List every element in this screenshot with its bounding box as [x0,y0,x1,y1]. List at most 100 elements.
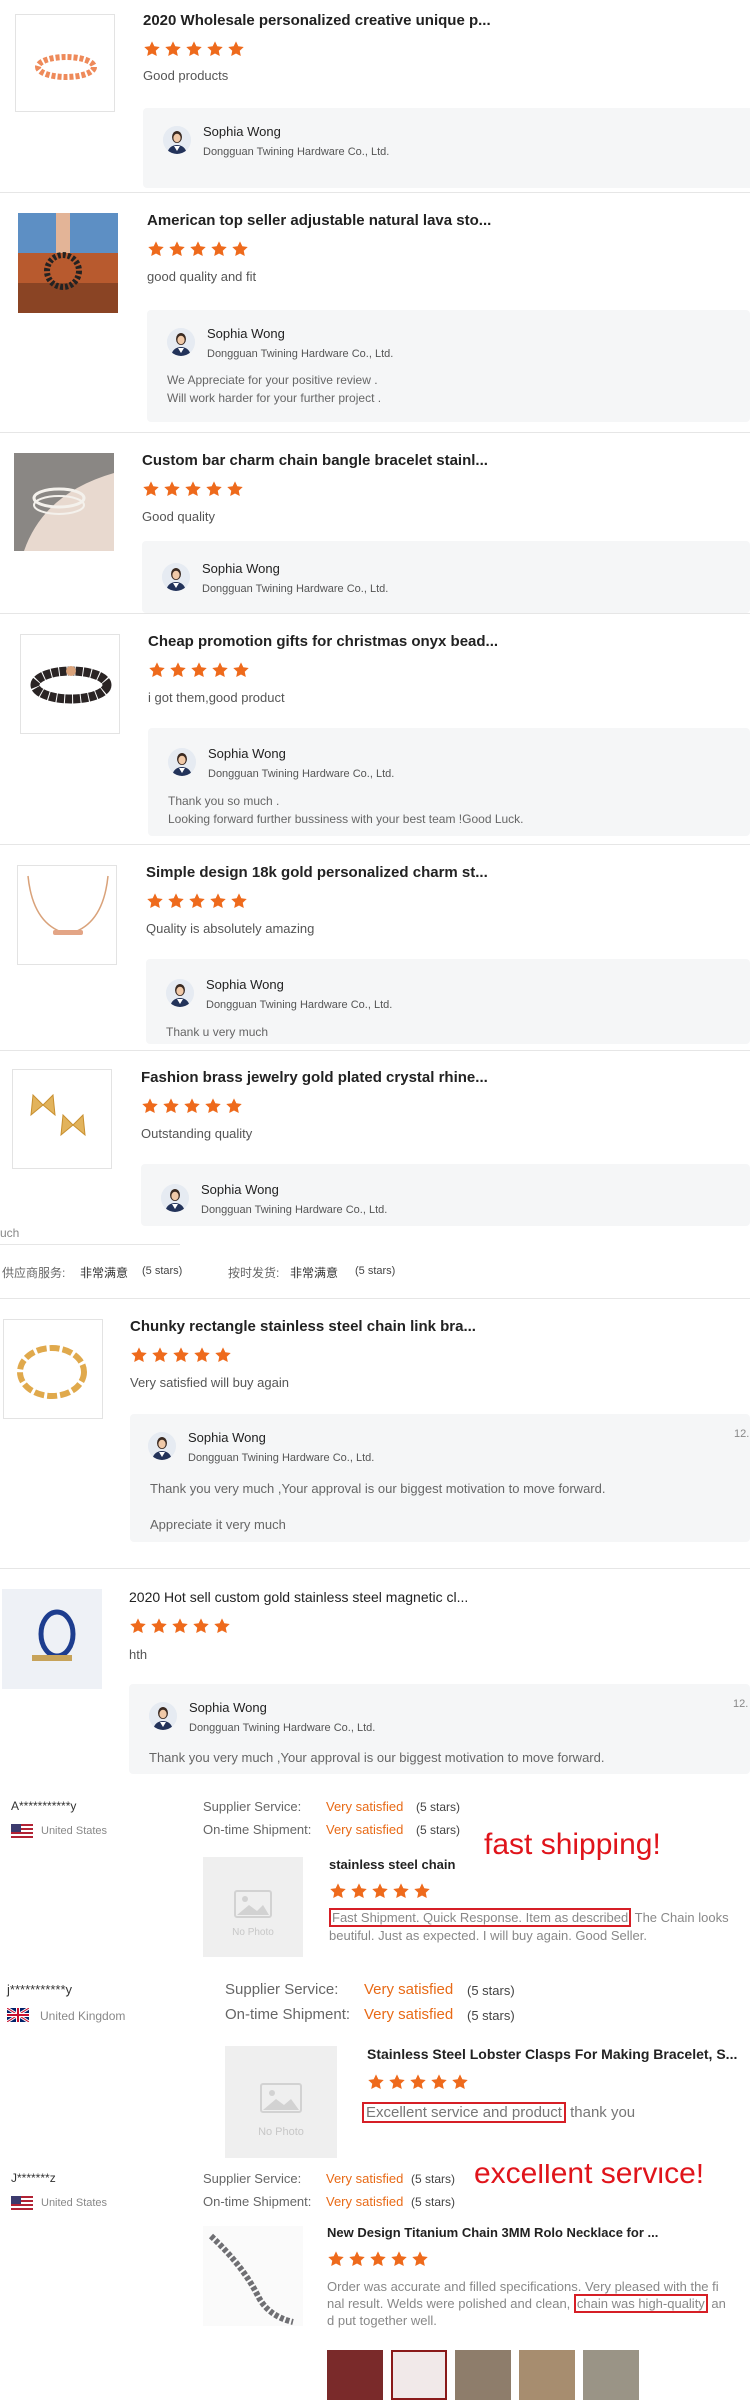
buyer-country: United States [41,1825,108,1837]
supplier-service-label: Supplier Service: [225,1981,339,1998]
supplier-reply: Sophia Wong Dongguan Twining Hardware Co… [143,108,750,188]
rating-stars [142,480,247,500]
review-photo[interactable] [583,2350,639,2400]
buyer-name: j***********y [7,1982,73,1997]
rating-summary-strip: uch 供应商服务: 非常满意 (5 stars) 按时发货: 非常满意 (5 … [0,1226,750,1298]
product-thumbnail[interactable] [18,213,118,313]
product-title[interactable]: New Design Titanium Chain 3MM Rolo Neckl… [327,2225,658,2240]
star-icon [209,892,227,910]
product-title[interactable]: 2020 Wholesale personalized creative uni… [143,12,491,29]
buyer-country: United Kingdom [40,2009,126,2023]
review-body-line: Order was accurate and filled specificat… [327,2279,719,2294]
star-icon [231,240,249,258]
product-title[interactable]: Stainless Steel Lobster Clasps For Makin… [367,2046,737,2062]
supplier-company: Dongguan Twining Hardware Co., Ltd. [188,1452,375,1464]
shipment-value: Very satisfied [326,2194,404,2209]
supplier-service-value: Very satisfied [364,1981,454,1998]
review-card: American top seller adjustable natural l… [0,193,750,432]
rating-stars [143,40,248,60]
review-body: Fast Shipment. Quick Response. Item as d… [329,1908,729,1927]
supplier-company: Dongguan Twining Hardware Co., Ltd. [207,348,394,360]
star-icon [388,2073,406,2091]
fragment-text: uch [0,1226,20,1240]
star-icon [329,1882,347,1900]
magnetic-bracelet-image [2,1589,102,1689]
product-thumbnail[interactable] [14,453,114,551]
star-icon [206,40,224,58]
rating-stars [147,240,252,260]
supplier-reply: Sophia Wong Dongguan Twining Hardware Co… [148,728,750,836]
product-thumbnail[interactable] [203,2226,303,2326]
product-thumbnail[interactable] [3,1319,103,1419]
shipment-count: (5 stars) [411,2195,456,2209]
star-icon [169,661,187,679]
review-photo[interactable] [391,2350,447,2400]
review-photo[interactable] [519,2350,575,2400]
shipment-label: On-time Shipment: [203,2194,312,2209]
rating-stars [130,1346,235,1366]
supplier-reply: Sophia Wong Dongguan Twining Hardware Co… [142,541,750,613]
supplier-service-value: Very satisfied [326,1799,404,1814]
star-icon [143,40,161,58]
star-icon [184,480,202,498]
shipment-value: Very satisfied [326,1822,404,1837]
product-title[interactable]: Cheap promotion gifts for christmas onyx… [148,633,498,650]
product-thumbnail[interactable] [17,865,117,965]
product-thumbnail[interactable] [20,634,120,734]
star-icon [141,1097,159,1115]
review-card: Cheap promotion gifts for christmas onyx… [0,614,750,844]
star-icon [130,1346,148,1364]
image-placeholder-icon: No Photo [203,1857,303,1957]
service-count: (5 stars) [142,1265,183,1277]
rating-stars [329,1882,434,1902]
no-photo-label: No Photo [232,1927,274,1938]
supplier-reply: Sophia Wong Dongguan Twining Hardware Co… [146,959,750,1044]
supplier-company: Dongguan Twining Hardware Co., Ltd. [201,1204,388,1216]
divider [0,1244,180,1245]
product-thumbnail[interactable] [12,1069,112,1169]
star-icon [348,2250,366,2268]
product-title[interactable]: American top seller adjustable natural l… [147,212,491,229]
avatar-icon [163,126,191,154]
product-thumbnail[interactable] [15,14,115,112]
review-card: Chunky rectangle stainless steel chain l… [0,1299,750,1567]
star-icon [205,480,223,498]
rating-stars [327,2250,432,2270]
star-icon [162,1097,180,1115]
star-icon [230,892,248,910]
reply-text: Thank you very much ,Your approval is ou… [149,1750,605,1765]
rolo-chain-image [203,2226,303,2326]
flag-uk-icon [7,2008,29,2022]
supplier-name: Sophia Wong [202,561,280,576]
buyer-country: United States [41,2197,108,2209]
star-icon [214,1346,232,1364]
product-title[interactable]: stainless steel chain [329,1857,455,1872]
bangle-image [14,453,114,551]
review-photo[interactable] [455,2350,511,2400]
reply-text: Thank you very much ,Your approval is ou… [150,1481,606,1496]
rating-stars [367,2073,472,2093]
flag-us-icon [11,1824,33,1838]
reply-date: 12. [734,1428,750,1440]
product-title[interactable]: Chunky rectangle stainless steel chain l… [130,1318,476,1335]
star-icon [171,1617,189,1635]
highlighted-text: Fast Shipment. Quick Response. Item as d… [329,1908,632,1927]
product-title[interactable]: Simple design 18k gold personalized char… [146,864,488,881]
star-icon [148,661,166,679]
lava-bracelet-image [18,213,118,313]
reply-text: We Appreciate for your positive review . [167,373,378,387]
product-title[interactable]: 2020 Hot sell custom gold stainless stee… [129,1589,468,1605]
star-icon [168,240,186,258]
review-text: Very satisfied will buy again [130,1375,289,1390]
star-icon [193,1346,211,1364]
product-title[interactable]: Fashion brass jewelry gold plated crysta… [141,1069,488,1086]
rating-stars [129,1617,234,1637]
supplier-service-label: Supplier Service: [203,1799,302,1814]
product-thumbnail[interactable] [2,1589,102,1689]
review-photo[interactable] [327,2350,383,2400]
product-title[interactable]: Custom bar charm chain bangle bracelet s… [142,452,488,469]
supplier-name: Sophia Wong [208,746,286,761]
buyer-name: J*******z [11,2171,56,2185]
star-icon [151,1346,169,1364]
review-card: 2020 Hot sell custom gold stainless stee… [0,1569,750,1774]
